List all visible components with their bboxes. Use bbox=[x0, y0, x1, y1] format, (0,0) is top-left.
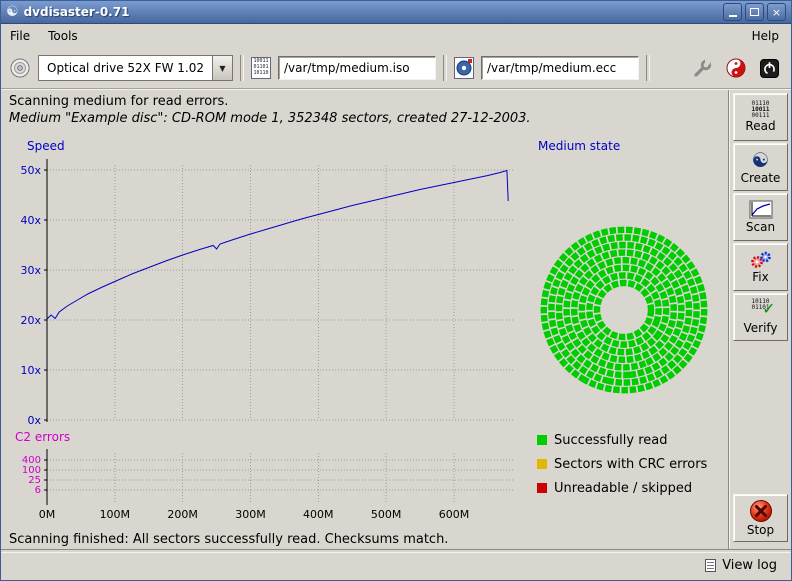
menu-file[interactable]: File bbox=[1, 26, 39, 46]
verify-button-label: Verify bbox=[743, 322, 777, 335]
svg-text:0x: 0x bbox=[27, 414, 41, 427]
stop-button[interactable]: Stop bbox=[733, 494, 788, 542]
svg-text:30x: 30x bbox=[20, 264, 41, 277]
legend-item-success: Successfully read bbox=[537, 428, 707, 452]
legend-item-unreadable: Unreadable / skipped bbox=[537, 476, 707, 500]
legend-label-unreadable: Unreadable / skipped bbox=[554, 481, 692, 496]
toolbar-separator bbox=[443, 55, 447, 81]
svg-text:100M: 100M bbox=[100, 508, 131, 521]
fix-button-label: Fix bbox=[752, 271, 768, 284]
stop-icon bbox=[749, 499, 773, 523]
toolbar-separator bbox=[646, 55, 650, 81]
app-window: ☯ dvdisaster-0.71 × File Tools Help Opti… bbox=[0, 0, 792, 581]
create-button[interactable]: ☯ Create bbox=[733, 143, 788, 191]
fix-button[interactable]: Fix bbox=[733, 243, 788, 291]
toolbar: Optical drive 52X FW 1.02 ▼ 10011 01101 … bbox=[1, 48, 791, 89]
log-list-icon bbox=[705, 559, 716, 572]
app-icon: ☯ bbox=[6, 5, 19, 19]
close-button[interactable]: × bbox=[767, 3, 786, 21]
bottom-divider bbox=[1, 549, 791, 553]
read-button[interactable]: 01110 10011 00111 Read bbox=[733, 93, 788, 141]
iso-file-icon: 10011 01101 10110 bbox=[251, 57, 271, 79]
svg-text:10x: 10x bbox=[20, 364, 41, 377]
fix-gears-icon bbox=[748, 250, 774, 270]
legend-label-success: Successfully read bbox=[554, 433, 667, 448]
menu-help[interactable]: Help bbox=[740, 26, 791, 46]
svg-text:0M: 0M bbox=[39, 508, 56, 521]
scan-chart-icon bbox=[749, 200, 773, 220]
titlebar[interactable]: ☯ dvdisaster-0.71 × bbox=[1, 1, 791, 24]
scan-button-label: Scan bbox=[746, 221, 775, 234]
medium-state-disc bbox=[535, 222, 717, 402]
close-icon: × bbox=[772, 7, 781, 18]
toolbar-separator bbox=[240, 55, 244, 81]
create-button-label: Create bbox=[741, 172, 781, 185]
maximize-icon bbox=[750, 8, 759, 16]
status-line-primary: Scanning medium for read errors. bbox=[9, 94, 228, 109]
iso-path-input[interactable] bbox=[278, 56, 436, 80]
yin-yang-icon: ☯ bbox=[752, 149, 770, 171]
svg-text:500M: 500M bbox=[371, 508, 402, 521]
minimize-button[interactable] bbox=[723, 3, 742, 21]
unreadable-swatch-icon bbox=[537, 483, 547, 493]
view-log-button[interactable]: View log bbox=[699, 554, 783, 576]
read-binary-icon: 01110 10011 00111 bbox=[751, 101, 769, 119]
view-log-label: View log bbox=[722, 558, 777, 573]
menu-tools[interactable]: Tools bbox=[39, 26, 87, 46]
read-button-label: Read bbox=[745, 120, 775, 133]
quit-power-icon[interactable] bbox=[760, 59, 779, 78]
medium-state-title: Medium state bbox=[538, 139, 620, 153]
status-line-medium-info: Medium "Example disc": CD-ROM mode 1, 35… bbox=[9, 111, 531, 126]
ecc-path-input[interactable] bbox=[481, 56, 639, 80]
window-title: dvdisaster-0.71 bbox=[24, 5, 130, 19]
menubar: File Tools Help bbox=[1, 24, 791, 48]
svg-text:50x: 50x bbox=[20, 164, 41, 177]
crc-swatch-icon bbox=[537, 459, 547, 469]
verify-button[interactable]: 10110 01101 ✓ Verify bbox=[733, 293, 788, 341]
drive-icon[interactable] bbox=[9, 57, 31, 79]
drive-select[interactable]: Optical drive 52X FW 1.02 ▼ bbox=[38, 55, 233, 81]
legend-label-crc: Sectors with CRC errors bbox=[554, 457, 707, 472]
window-controls: × bbox=[723, 3, 786, 21]
stop-button-label: Stop bbox=[747, 524, 774, 537]
svg-text:20x: 20x bbox=[20, 314, 41, 327]
chevron-down-icon[interactable]: ▼ bbox=[212, 56, 232, 80]
toolbar-right-group bbox=[693, 58, 783, 78]
svg-text:400M: 400M bbox=[303, 508, 334, 521]
scan-button[interactable]: Scan bbox=[733, 193, 788, 241]
svg-text:40x: 40x bbox=[20, 214, 41, 227]
preferences-wrench-icon[interactable] bbox=[693, 59, 712, 78]
speed-and-c2-chart: 0M 100M 200M 300M 400M 500M 600M 0x 10x 20x 30x 40x… bbox=[1, 141, 531, 526]
sidebar: 01110 10011 00111 Read ☯ Create Scan bbox=[728, 90, 792, 549]
iso-icon-binary-3: 10110 bbox=[252, 70, 270, 76]
dvdisaster-logo-icon[interactable] bbox=[726, 58, 746, 78]
svg-text:200M: 200M bbox=[167, 508, 198, 521]
legend-item-crc: Sectors with CRC errors bbox=[537, 452, 707, 476]
medium-state-legend: Successfully read Sectors with CRC error… bbox=[537, 428, 707, 500]
drive-select-value: Optical drive 52X FW 1.02 bbox=[39, 61, 212, 75]
svg-text:600M: 600M bbox=[439, 508, 470, 521]
success-swatch-icon bbox=[537, 435, 547, 445]
footer-status: Scanning finished: All sectors successfu… bbox=[9, 532, 448, 547]
maximize-button[interactable] bbox=[745, 3, 764, 21]
svg-text:300M: 300M bbox=[235, 508, 266, 521]
svg-text:6: 6 bbox=[35, 485, 41, 496]
ecc-file-icon bbox=[454, 57, 474, 79]
verify-check-icon: 10110 01101 ✓ bbox=[748, 299, 774, 321]
minimize-icon bbox=[729, 15, 737, 17]
